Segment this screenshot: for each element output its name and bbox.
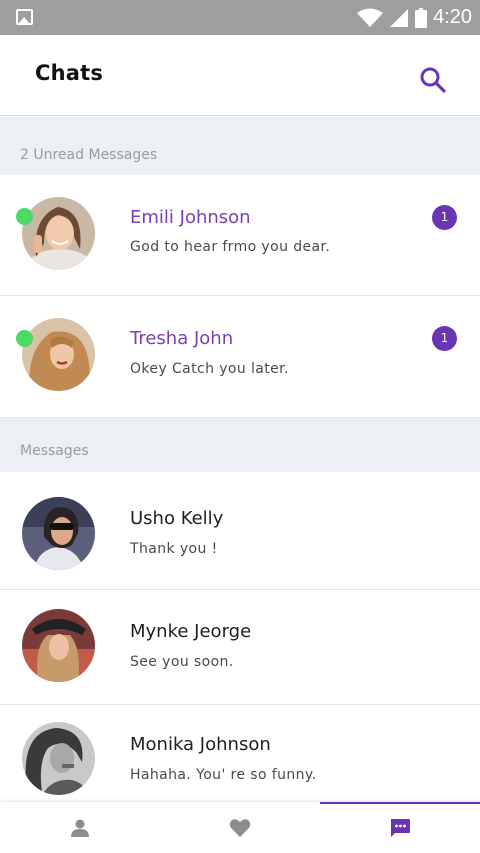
message-preview: Hahaha. You' re so funny.	[130, 767, 317, 783]
avatar	[22, 722, 95, 795]
messages-section-label: Messages	[20, 443, 89, 459]
app-header: Chats	[0, 35, 480, 116]
contact-name: Tresha John	[130, 328, 234, 349]
message-preview: Thank you !	[130, 541, 218, 557]
person-icon	[71, 819, 89, 837]
search-button[interactable]	[418, 65, 448, 95]
page-title: Chats	[35, 61, 104, 85]
wifi-icon	[357, 8, 384, 28]
contact-name: Mynke Jeorge	[130, 621, 252, 642]
online-indicator	[16, 330, 33, 347]
avatar	[22, 318, 95, 391]
contact-name: Monika Johnson	[130, 734, 271, 755]
messages-section-header: Messages	[0, 418, 480, 472]
message-preview: See you soon.	[130, 654, 234, 670]
message-preview: God to hear frmo you dear.	[130, 239, 331, 255]
nav-favorites[interactable]	[160, 802, 320, 853]
heart-icon	[229, 818, 251, 837]
status-icons: 4:20	[357, 4, 472, 31]
unread-section-header: 2 Unread Messages	[0, 117, 480, 175]
search-icon	[420, 67, 446, 93]
chat-row[interactable]: Tresha John Okey Catch you later. 1	[0, 296, 480, 418]
battery-icon	[415, 7, 428, 28]
status-time: 4:20	[433, 6, 472, 28]
status-bar: 4:20	[0, 0, 480, 35]
contact-name: Usho Kelly	[130, 508, 224, 529]
unread-count-badge: 1	[432, 326, 457, 351]
chat-row[interactable]: Mynke Jeorge See you soon.	[0, 590, 480, 705]
online-indicator	[16, 208, 33, 225]
chat-icon	[391, 818, 410, 837]
unread-count-badge: 1	[432, 205, 457, 230]
chat-row[interactable]: Monika Johnson Hahaha. You' re so funny.	[0, 705, 480, 802]
nav-profile[interactable]	[0, 802, 160, 853]
avatar	[22, 497, 95, 570]
bottom-navigation	[0, 802, 480, 853]
contact-name: Emili Johnson	[130, 207, 251, 228]
nav-chats[interactable]	[320, 802, 480, 853]
message-preview: Okey Catch you later.	[130, 361, 289, 377]
avatar	[22, 197, 95, 270]
chat-row[interactable]: Emili Johnson God to hear frmo you dear.…	[0, 175, 480, 296]
unread-section-label: 2 Unread Messages	[20, 147, 158, 163]
avatar	[22, 609, 95, 682]
image-notification-icon	[16, 9, 33, 25]
signal-icon	[389, 8, 409, 28]
chat-row[interactable]: Usho Kelly Thank you !	[0, 472, 480, 590]
